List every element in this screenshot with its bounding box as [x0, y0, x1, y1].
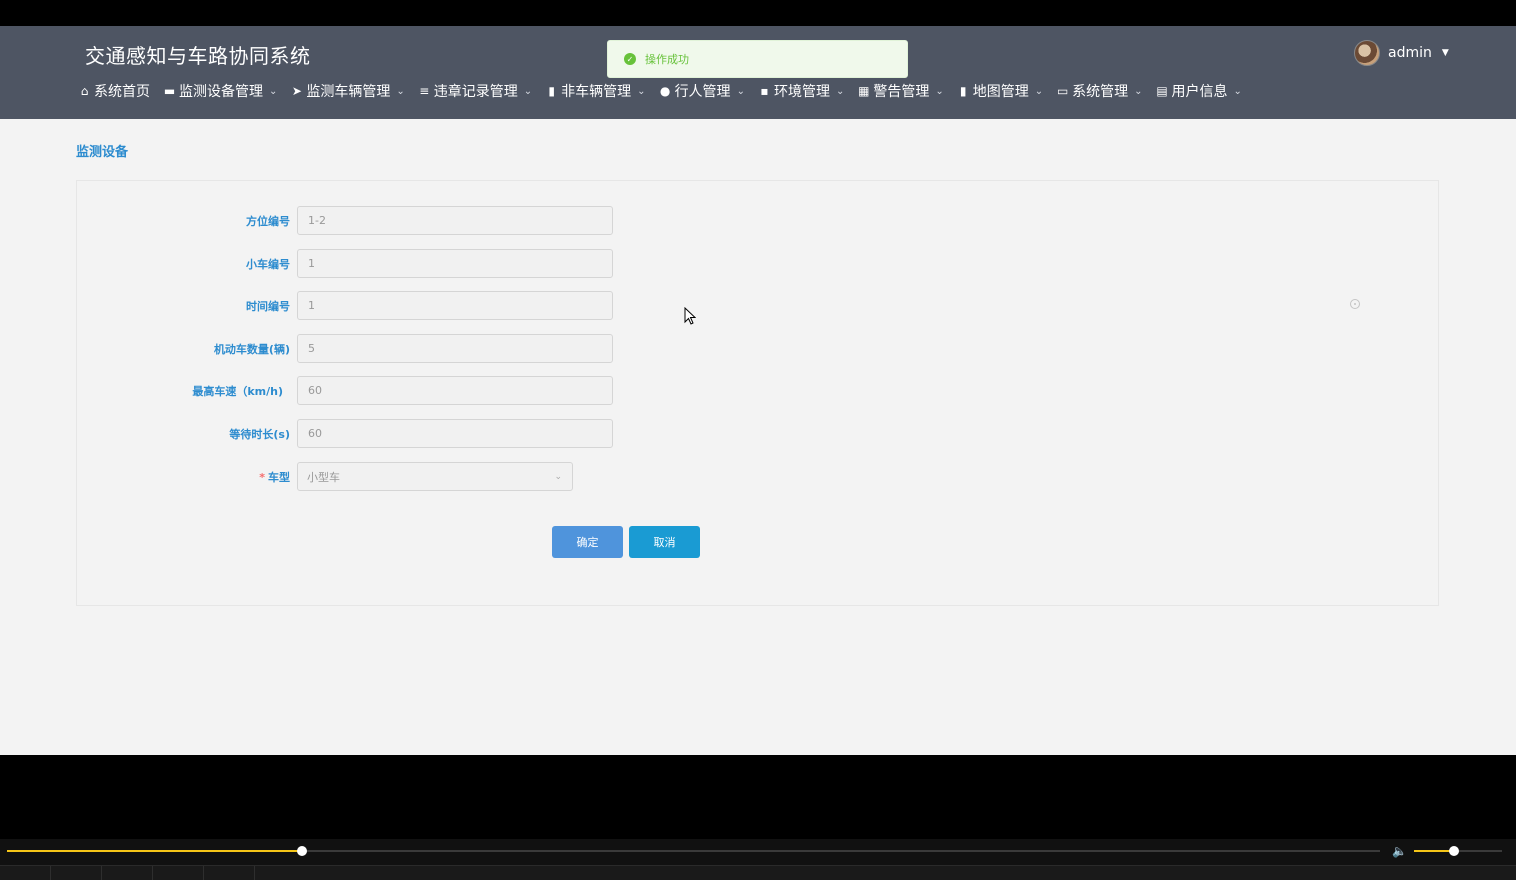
user-menu[interactable]: admin ▼ [1354, 40, 1449, 66]
field-label: * 车型 [77, 469, 297, 485]
time-id-field[interactable]: 1 [297, 291, 613, 320]
nav-item-non-vehicle-management[interactable]: ▮ 非车辆管理 ⌄ [545, 81, 645, 101]
nav-item-home[interactable]: ⌂ 系统首页 [78, 81, 150, 101]
form-row-max-speed: 最高车速（km/h) 60 [77, 376, 613, 405]
page-title: 监测设备 [76, 145, 129, 160]
form-row-vehicle-count: 机动车数量(辆) 5 [77, 334, 613, 363]
grid-icon: ▦ [858, 84, 870, 98]
progress-slider[interactable] [7, 846, 1380, 856]
nav-item-environment-management[interactable]: ▪ 环境管理 ⌄ [758, 81, 844, 101]
field-label: 小车编号 [246, 257, 290, 271]
card-icon: ▤ [1156, 84, 1168, 98]
player-control-cell[interactable] [204, 866, 255, 880]
confirm-button[interactable]: 确定 [552, 526, 623, 558]
chevron-down-icon: ⌄ [935, 85, 944, 97]
player-control-strip [0, 865, 1516, 880]
volume-handle[interactable] [1448, 846, 1459, 856]
nav-label: 用户信息 [1171, 84, 1228, 100]
field-label: 方位编号 [246, 214, 290, 228]
nav-label: 环境管理 [773, 84, 830, 100]
field-label: 等待时长(s) [229, 427, 290, 441]
nav-item-warning-management[interactable]: ▦ 警告管理 ⌄ [857, 81, 944, 101]
app-title: 交通感知与车路协同系统 [85, 44, 311, 68]
nav-label: 监测设备管理 [179, 84, 263, 100]
form-row-wait-duration: 等待时长(s) 60 [77, 419, 613, 448]
avatar[interactable] [1354, 40, 1380, 66]
field-label: 机动车数量(辆) [213, 342, 290, 356]
chevron-down-icon: ⌄ [1134, 85, 1143, 97]
form-row-car-id: 小车编号 1 [77, 249, 613, 278]
briefcase-icon: ▬ [163, 84, 176, 98]
caret-down-icon[interactable]: ▼ [1442, 48, 1449, 58]
required-mark: * [259, 470, 265, 484]
video-player-bar: 🔈 [0, 839, 1516, 880]
player-control-cell[interactable] [153, 866, 204, 880]
nav-item-user-info[interactable]: ▤ 用户信息 ⌄ [1156, 81, 1242, 101]
toast-message: 操作成功 [645, 53, 689, 66]
chevron-down-icon: ⌄ [637, 85, 646, 97]
nav-item-map-management[interactable]: ▮ 地图管理 ⌄ [957, 81, 1043, 101]
monitor-icon: ▭ [1056, 84, 1069, 98]
form-row-time-id: 时间编号 1 [77, 291, 613, 320]
nav-label: 行人管理 [674, 84, 731, 100]
target-circle-icon [1350, 299, 1360, 309]
field-label: 时间编号 [246, 299, 290, 313]
form-row-vehicle-type: * 车型 小型车 ⌄ [77, 462, 573, 491]
nav-item-vehicle-management[interactable]: ➤ 监测车辆管理 ⌄ [290, 81, 405, 101]
chevron-down-icon: ⌄ [396, 85, 405, 97]
user-icon: ● [659, 84, 671, 98]
volume-slider[interactable] [1414, 846, 1502, 856]
send-icon: ➤ [291, 84, 302, 98]
home-icon: ⌂ [80, 84, 89, 98]
nav-label: 系统管理 [1072, 84, 1129, 100]
nav-label: 违章记录管理 [433, 84, 518, 100]
book-icon: ▮ [548, 84, 555, 98]
chevron-down-icon: ⌄ [1034, 85, 1044, 97]
nav-label: 非车辆管理 [561, 84, 632, 100]
nav-label: 监测车辆管理 [306, 84, 391, 100]
vehicle-type-value: 小型车 [307, 470, 340, 484]
nav-label: 警告管理 [873, 84, 930, 100]
direction-id-field[interactable]: 1-2 [297, 206, 613, 235]
player-control-cell[interactable] [0, 866, 51, 880]
cancel-button[interactable]: 取消 [629, 526, 700, 558]
comment-icon: ▪ [760, 84, 769, 98]
check-circle-icon: ✓ [624, 53, 636, 65]
video-letterbox-top [0, 0, 1516, 26]
chevron-down-icon: ⌄ [736, 85, 745, 97]
nav-label: 地图管理 [972, 84, 1029, 100]
form-panel: 方位编号 1-2 小车编号 1 时间编号 1 机动车数量(辆) 5 最高车速（k… [76, 180, 1439, 606]
video-letterbox-bottom [0, 755, 1516, 839]
wait-duration-field[interactable]: 60 [297, 419, 613, 448]
volume-fill [1414, 850, 1454, 852]
vehicle-type-select[interactable]: 小型车 ⌄ [297, 462, 573, 491]
progress-handle[interactable] [297, 846, 308, 856]
nav-item-system-management[interactable]: ▭ 系统管理 ⌄ [1056, 81, 1143, 101]
user-name[interactable]: admin [1388, 45, 1432, 61]
player-control-cell[interactable] [102, 866, 153, 880]
clipboard-icon: ▮ [959, 84, 967, 98]
form-row-direction-id: 方位编号 1-2 [77, 206, 613, 235]
vehicle-count-field[interactable]: 5 [297, 334, 613, 363]
sliders-icon: ≡ [419, 84, 430, 98]
chevron-down-icon: ⌄ [1233, 85, 1242, 97]
success-toast: ✓ 操作成功 [607, 40, 908, 78]
main-content: 监测设备 方位编号 1-2 小车编号 1 时间编号 1 机动车数量(辆) 5 最… [0, 119, 1516, 755]
chevron-down-icon: ⌄ [835, 85, 845, 97]
chevron-down-icon: ⌄ [269, 85, 278, 97]
nav-item-pedestrian-management[interactable]: ● 行人管理 ⌄ [659, 81, 745, 101]
player-control-cell[interactable] [51, 866, 102, 880]
main-nav: ⌂ 系统首页 ▬ 监测设备管理 ⌄ ➤ 监测车辆管理 ⌄ ≡ 违章记录管理 ⌄ … [78, 80, 1255, 102]
nav-label: 系统首页 [94, 84, 150, 100]
nav-item-violation-management[interactable]: ≡ 违章记录管理 ⌄ [418, 81, 532, 101]
nav-item-device-management[interactable]: ▬ 监测设备管理 ⌄ [163, 81, 278, 101]
max-speed-field[interactable]: 60 [297, 376, 613, 405]
field-label: 最高车速（km/h) [192, 384, 283, 398]
progress-fill [7, 850, 303, 852]
car-id-field[interactable]: 1 [297, 249, 613, 278]
vehicle-type-label: 车型 [268, 470, 290, 484]
volume-icon[interactable]: 🔈 [1392, 844, 1407, 858]
chevron-down-icon: ⌄ [523, 85, 533, 97]
chevron-down-icon: ⌄ [554, 471, 562, 482]
